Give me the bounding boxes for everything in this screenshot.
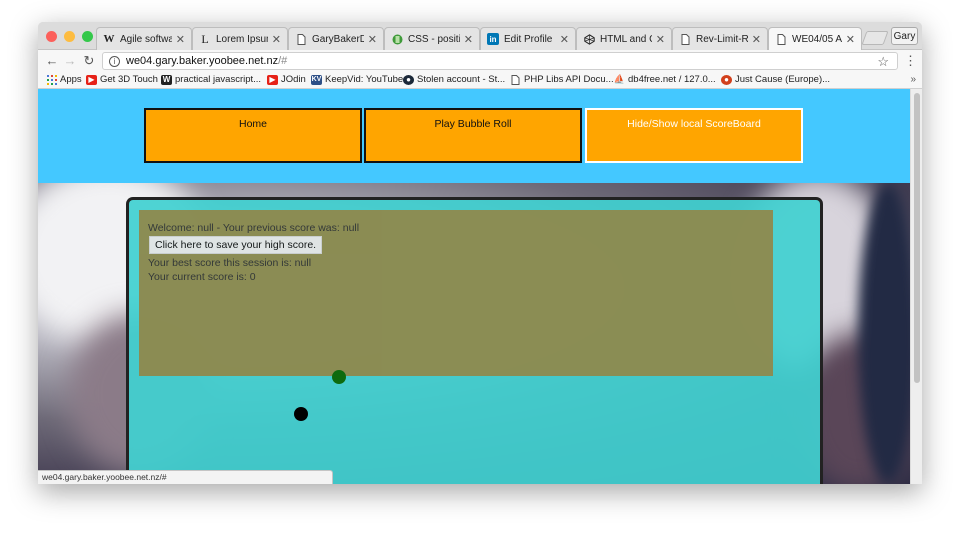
close-icon[interactable]: ✕ [464,33,473,46]
bookmark-get-3d-touch[interactable]: ▶ Get 3D Touch [86,74,158,85]
minimize-window-button[interactable] [64,31,75,42]
bookmark-stolen-account[interactable]: ● Stolen account - St... [403,74,505,85]
w-icon: W [161,74,172,85]
browser-window: W Agile software ✕ L Lorem Ipsum - ✕ Gar… [38,22,922,484]
tab-html-and-css[interactable]: HTML and CSS ✕ [576,27,672,50]
reload-icon[interactable]: ↻ [81,53,97,69]
bookmark-keepvid[interactable]: KV KeepVid: YouTube [311,74,403,85]
welcome-text: Welcome: null - Your previous score was:… [148,222,360,234]
bookmark-practical-javascript[interactable]: W practical javascript... [161,74,261,85]
tab-edit-profile[interactable]: in Edit Profile | Li ✕ [480,27,576,50]
back-arrow-icon[interactable]: ← [44,53,60,69]
bookmark-jodin[interactable]: ▶ JOdin [267,74,306,85]
best-score-text: Your best score this session is: null [148,257,312,269]
bookmark-db4free[interactable]: ⛵ db4free.net / 127.0... [614,74,716,85]
zoom-window-button[interactable] [82,31,93,42]
tab-rev-limit-r[interactable]: Rev-Limit-R Pe ✕ [672,27,768,50]
bookmark-star-icon[interactable]: ☆ [877,54,889,70]
bookmarks-overflow-icon[interactable]: » [910,74,916,85]
lorem-ipsum-icon: L [201,31,209,46]
tab-we04-assignment[interactable]: WE04/05 Assi ✕ [768,27,862,50]
close-icon[interactable]: ✕ [272,33,281,46]
site-header: Home Play Bubble Roll Hide/Show local Sc… [38,89,910,183]
wikipedia-icon: W [103,33,115,45]
browser-menu-icon[interactable]: ⋮ [904,53,917,69]
phpmyadmin-icon: ⛵ [613,74,626,84]
tab-agile-software[interactable]: W Agile software ✕ [96,27,192,50]
apps-grid-icon [46,74,57,85]
address-path: /# [278,55,288,67]
close-icon[interactable]: ✕ [656,33,665,46]
address-bar[interactable]: i we04.gary.baker.yoobee.net.nz/# ☆ [102,52,898,70]
green-ball[interactable] [332,370,346,384]
game-area[interactable]: Welcome: null - Your previous score was:… [126,197,823,484]
vertical-scrollbar[interactable] [910,89,922,484]
page-icon [775,33,787,45]
css-icon [391,33,403,45]
linkedin-icon: in [487,33,499,45]
window-controls [46,31,93,42]
close-icon[interactable]: ✕ [752,33,761,46]
new-tab-button[interactable] [861,31,889,45]
page-icon [510,74,521,85]
toggle-scoreboard-button[interactable]: Hide/Show local ScoreBoard [585,108,803,163]
home-button[interactable]: Home [144,108,362,163]
current-score-text: Your current score is: 0 [148,271,256,283]
info-icon[interactable]: i [109,55,120,67]
close-window-button[interactable] [46,31,57,42]
steam-icon: ● [403,74,414,85]
address-host: we04.gary.baker.yoobee.net.nz [126,55,279,67]
codepen-icon [583,33,595,45]
close-icon[interactable]: ✕ [176,33,185,46]
tab-lorem-ipsum[interactable]: L Lorem Ipsum - ✕ [192,27,288,50]
bookmarks-bar: Apps ▶ Get 3D Touch W practical javascri… [38,72,922,89]
forward-arrow-icon[interactable]: → [62,53,78,69]
status-bar: we04.gary.baker.yoobee.net.nz/# [38,470,333,484]
youtube-icon: ▶ [267,74,278,85]
close-icon[interactable]: ✕ [560,33,569,46]
page-viewport: Home Play Bubble Roll Hide/Show local Sc… [38,89,922,484]
bookmark-just-cause[interactable]: ● Just Cause (Europe)... [721,74,830,85]
play-bubble-roll-button[interactable]: Play Bubble Roll [364,108,582,163]
keepvid-icon: KV [311,74,322,85]
tab-strip: W Agile software ✕ L Lorem Ipsum - ✕ Gar… [38,22,922,50]
tab-css-position[interactable]: CSS - position ✕ [384,27,480,50]
bookmark-apps[interactable]: Apps [46,74,82,85]
tab-garybakerdev[interactable]: GaryBakerDev ✕ [288,27,384,50]
profile-button[interactable]: Gary [891,27,918,45]
youtube-icon: ▶ [86,74,97,85]
save-high-score-button[interactable]: Click here to save your high score. [149,236,323,254]
close-icon[interactable]: ✕ [846,33,855,46]
bookmark-php-libs[interactable]: PHP Libs API Docu... [510,74,614,85]
browser-toolbar: ← → ↻ i we04.gary.baker.yoobee.net.nz/# … [38,50,922,72]
scrollbar-thumb[interactable] [914,93,920,383]
black-ball[interactable] [294,407,308,421]
game-icon: ● [721,74,732,85]
hero-background: Welcome: null - Your previous score was:… [38,183,910,484]
scoreboard: Welcome: null - Your previous score was:… [139,210,773,376]
page-icon [679,33,691,45]
close-icon[interactable]: ✕ [368,33,377,46]
page-icon [295,33,307,45]
